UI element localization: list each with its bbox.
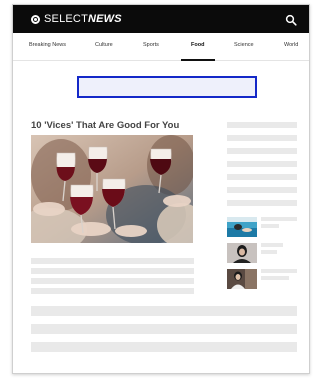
article-text-placeholder [31, 288, 194, 294]
active-tab-indicator [181, 59, 215, 61]
sidebar-text-placeholder [227, 148, 297, 154]
sidebar-text-placeholder [227, 200, 297, 206]
sidebar-text-placeholder [227, 187, 297, 193]
nav-item-culture[interactable]: Culture [95, 42, 113, 48]
logo-suffix: NEWS [88, 13, 122, 25]
sidebar-thumb-title-placeholder [261, 217, 297, 221]
article-text-placeholder [31, 278, 194, 284]
article-headline[interactable]: 10 'Vices' That Are Good For You [31, 120, 211, 131]
sidebar-thumbnail-2[interactable] [227, 243, 257, 263]
nav-item-science[interactable]: Science [234, 42, 254, 48]
nav-item-world[interactable]: World [284, 42, 298, 48]
sidebar-text-placeholder [227, 174, 297, 180]
article-text-placeholder [31, 268, 194, 274]
nav-item-sports[interactable]: Sports [143, 42, 159, 48]
top-bar: SELECTNEWS [13, 5, 309, 33]
content-block-placeholder [31, 306, 297, 316]
article-text-placeholder [31, 258, 194, 264]
sidebar-thumb-title-placeholder [261, 250, 277, 254]
sidebar-thumbnail-3[interactable] [227, 269, 257, 289]
sidebar-thumb-title-placeholder [261, 243, 283, 247]
browser-frame: SELECTNEWS Breaking News Culture Sports … [12, 4, 310, 374]
logo-wordmark: SELECTNEWS [44, 13, 122, 25]
nav-item-breaking-news[interactable]: Breaking News [29, 42, 66, 48]
nav-item-food[interactable]: Food [191, 42, 204, 48]
content-block-placeholder [31, 342, 297, 352]
content-block-placeholder [31, 324, 297, 334]
sidebar-thumbnail-1[interactable] [227, 217, 257, 237]
search-icon[interactable] [285, 13, 297, 26]
logo-prefix: SELECT [44, 13, 88, 25]
category-nav: Breaking News Culture Sports Food Scienc… [13, 33, 309, 61]
sidebar-text-placeholder [227, 135, 297, 141]
site-logo[interactable]: SELECTNEWS [31, 13, 122, 25]
sidebar-text-placeholder [227, 122, 297, 128]
sidebar-thumb-title-placeholder [261, 276, 289, 280]
article-hero-image[interactable] [31, 135, 193, 243]
sidebar-thumb-title-placeholder [261, 269, 297, 273]
logo-circle-icon [31, 14, 40, 24]
sidebar-thumb-title-placeholder [261, 224, 279, 228]
sidebar-text-placeholder [227, 161, 297, 167]
ad-banner[interactable] [77, 76, 257, 98]
